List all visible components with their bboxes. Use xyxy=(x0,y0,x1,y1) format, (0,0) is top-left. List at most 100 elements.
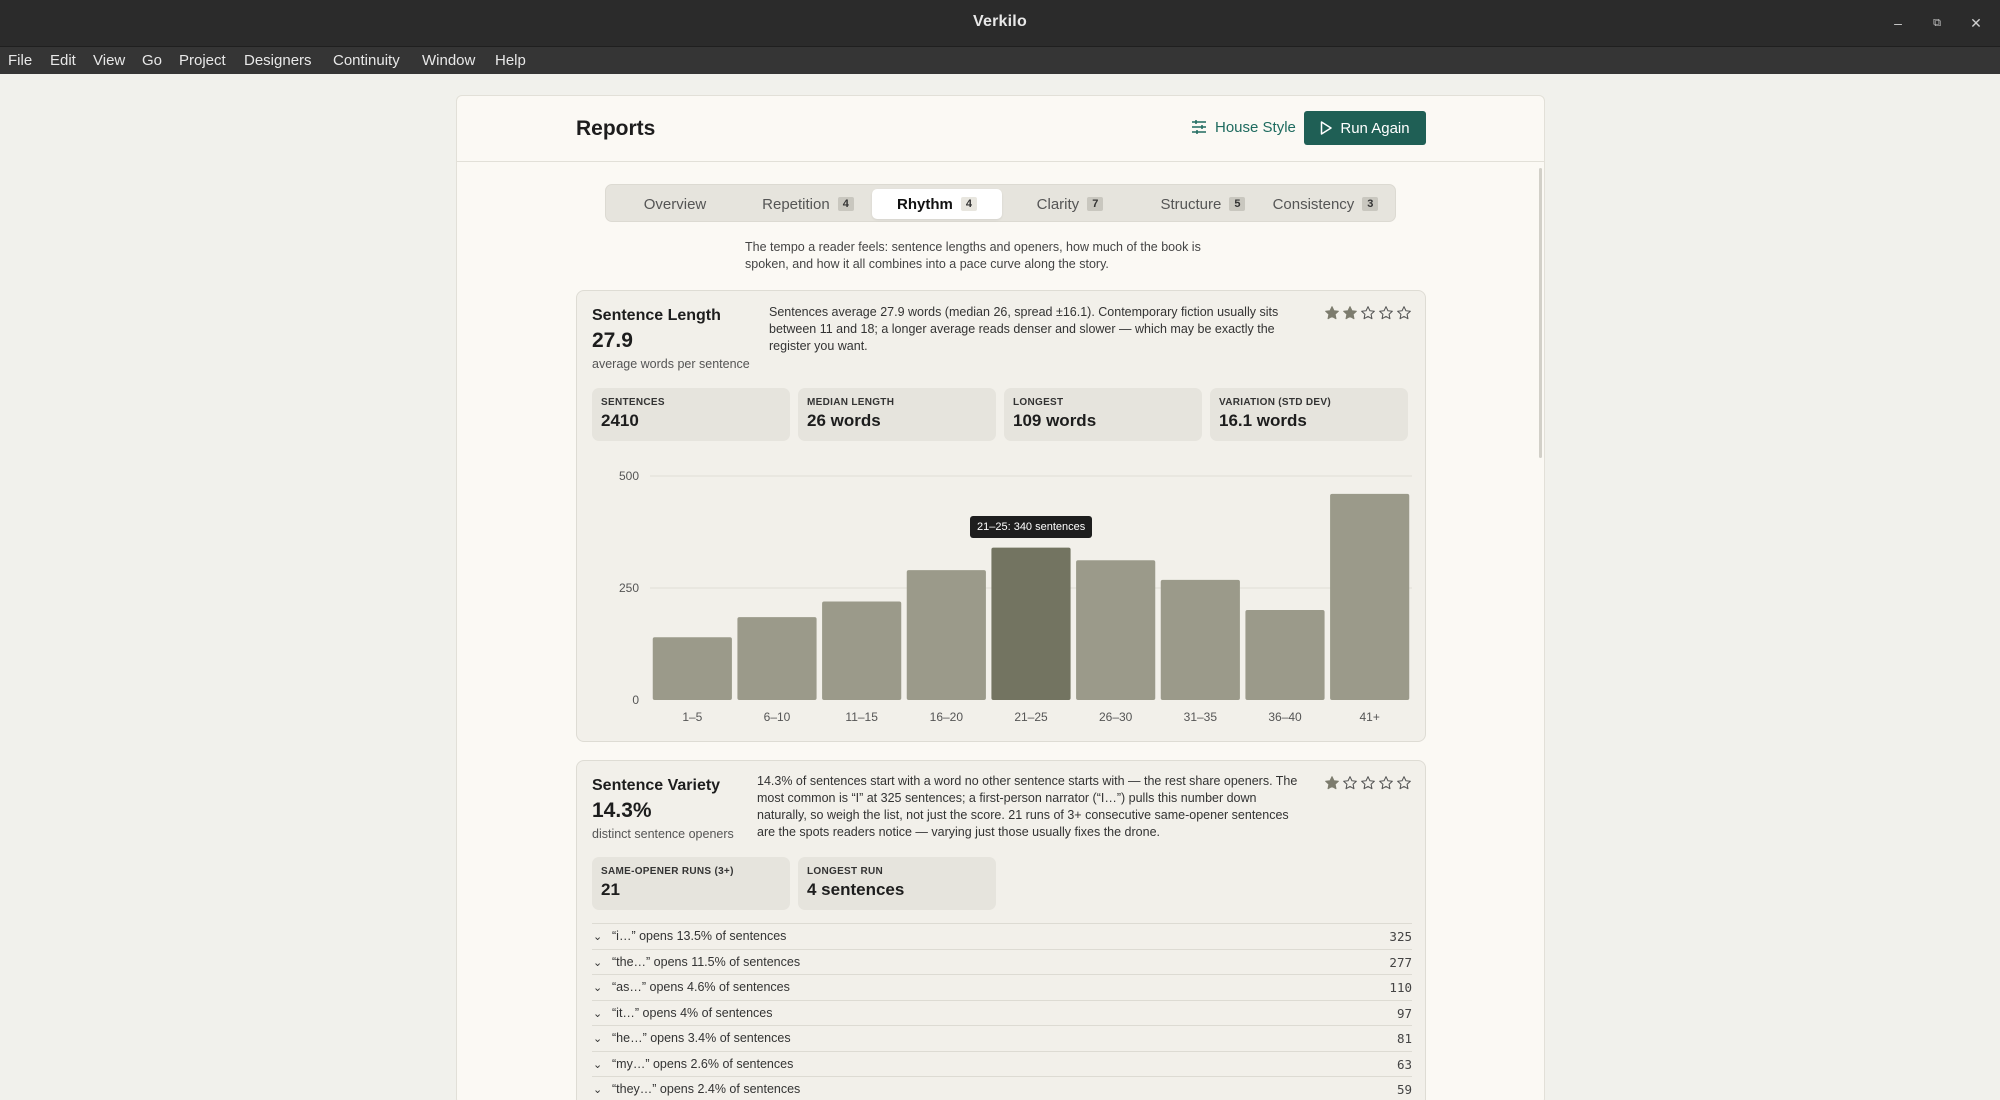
tab-clarity[interactable]: Clarity 7 xyxy=(1005,189,1135,219)
tab-label: Consistency xyxy=(1272,195,1355,213)
opener-count: 325 xyxy=(1389,929,1412,944)
stat-label: LONGEST xyxy=(1013,397,1064,408)
stat-label: SENTENCES xyxy=(601,397,665,408)
panel-header: Reports House Style Run Again xyxy=(457,96,1544,162)
opener-text: “as…” opens 4.6% of sentences xyxy=(612,980,790,994)
stat-value: 4 sentences xyxy=(807,880,905,899)
opener-count: 277 xyxy=(1389,954,1412,970)
opener-row[interactable]: ⌄ “as…” opens 4.6% of sentences 110 xyxy=(592,974,1412,1000)
x-tick-label: 11–15 xyxy=(845,710,878,724)
menu-go[interactable]: Go xyxy=(142,52,162,69)
scrollbar-thumb[interactable] xyxy=(1539,168,1542,458)
minimize-icon[interactable]: – xyxy=(1886,11,1910,35)
run-again-label: Run Again xyxy=(1340,119,1410,137)
stat-value: 16.1 words xyxy=(1219,411,1307,430)
stat-label: SAME-OPENER RUNS (3+) xyxy=(601,866,734,877)
reports-panel: Reports House Style Run Again Overview R… xyxy=(456,95,1545,1100)
opener-row[interactable]: ⌄ “it…” opens 4% of sentences 97 xyxy=(592,999,1412,1026)
star-filled-icon xyxy=(1325,306,1339,320)
page-title: Reports xyxy=(576,117,656,140)
chevron-down-icon: ⌄ xyxy=(593,1058,603,1071)
chevron-down-icon: ⌄ xyxy=(593,1007,603,1020)
opener-list: ⌄ “i…” opens 13.5% of sentences 325 ⌄ “the…”… xyxy=(592,923,1412,1100)
opener-row[interactable]: ⌄ “the…” opens 11.5% of sentences 277 xyxy=(592,948,1412,975)
star-empty-icon xyxy=(1361,776,1375,790)
histogram-bar xyxy=(1245,609,1325,700)
opener-text: “the…” opens 11.5% of sentences xyxy=(612,954,801,969)
close-icon[interactable]: ✕ xyxy=(1964,11,1988,35)
x-tick-label: 6–10 xyxy=(764,710,791,724)
count-badge: 5 xyxy=(1229,197,1246,211)
stat-label: VARIATION (STD DEV) xyxy=(1219,397,1331,408)
histogram-bar xyxy=(1076,560,1156,700)
tab-label: Clarity xyxy=(1036,195,1080,213)
star-empty-icon xyxy=(1343,776,1357,790)
opener-text: “they…” opens 2.4% of sentences xyxy=(612,1082,801,1096)
report-tabs: Overview Repetition 4 Rhythm 4 Clarity 7… xyxy=(605,184,1396,222)
rating-stars xyxy=(1324,305,1412,321)
stat-value: 2410 xyxy=(601,411,639,430)
tab-repetition[interactable]: Repetition 4 xyxy=(743,189,873,219)
card-description: 14.3% of sentences start with a word no … xyxy=(757,774,1298,839)
stat-longest-run: LONGEST RUN 4 sentences xyxy=(798,857,996,910)
menu-continuity[interactable]: Continuity xyxy=(333,52,400,69)
tab-description: The tempo a reader feels: sentence lengt… xyxy=(745,240,1201,271)
chevron-down-icon: ⌄ xyxy=(593,931,603,943)
opener-row[interactable]: ⌄ “he…” opens 3.4% of sentences 81 xyxy=(592,1025,1412,1051)
opener-count: 59 xyxy=(1396,1082,1412,1097)
tab-consistency[interactable]: Consistency 3 xyxy=(1258,189,1393,219)
x-tick-label: 41+ xyxy=(1359,710,1379,724)
tab-rhythm[interactable]: Rhythm 4 xyxy=(872,189,1002,219)
chevron-down-icon: ⌄ xyxy=(593,1033,603,1045)
opener-row[interactable]: ⌄ “they…” opens 2.4% of sentences 59 xyxy=(592,1076,1412,1100)
stat-variation: VARIATION (STD DEV) 16.1 words xyxy=(1210,388,1408,441)
run-again-button[interactable]: Run Again xyxy=(1304,111,1426,145)
menu-view[interactable]: View xyxy=(93,52,125,69)
card-description: Sentences average 27.9 words (median 26,… xyxy=(769,305,1279,353)
metric-subtitle: average words per sentence xyxy=(592,357,750,371)
card-title: Sentence Length xyxy=(592,307,721,324)
window-title: Verkilo xyxy=(973,13,1027,30)
histogram-bar xyxy=(906,570,986,700)
tab-label: Repetition xyxy=(762,195,830,213)
menu-edit[interactable]: Edit xyxy=(50,52,76,69)
histogram-bar xyxy=(737,617,817,700)
histogram-bar xyxy=(1330,493,1410,700)
star-filled-icon xyxy=(1325,776,1339,790)
menu-file[interactable]: File xyxy=(8,52,32,69)
count-badge: 4 xyxy=(960,197,977,211)
restore-icon[interactable]: ⧉ xyxy=(1925,11,1949,35)
stat-same-opener-runs: SAME-OPENER RUNS (3+) 21 xyxy=(592,857,790,910)
x-tick-label: 16–20 xyxy=(930,710,964,724)
house-style-button[interactable]: House Style xyxy=(1183,110,1304,144)
x-tick-label: 21–25 xyxy=(1014,710,1048,724)
histogram-bar xyxy=(1160,579,1240,700)
stat-label: LONGEST RUN xyxy=(807,866,884,877)
stat-value: 109 words xyxy=(1013,411,1097,430)
x-tick-label: 31–35 xyxy=(1184,710,1218,724)
menu-help[interactable]: Help xyxy=(495,52,526,69)
histogram-bar xyxy=(822,601,902,700)
opener-text: “he…” opens 3.4% of sentences xyxy=(612,1031,791,1045)
x-tick-label: 1–5 xyxy=(682,710,702,724)
y-tick-label: 500 xyxy=(619,469,639,483)
tab-structure[interactable]: Structure 5 xyxy=(1138,189,1268,219)
tab-overview[interactable]: Overview xyxy=(610,189,740,219)
metric-value: 14.3% xyxy=(592,799,652,822)
opener-count: 110 xyxy=(1389,980,1412,995)
opener-row[interactable]: ⌄ “my…” opens 2.6% of sentences 63 xyxy=(592,1050,1412,1077)
menu-project[interactable]: Project xyxy=(179,52,226,69)
opener-row[interactable]: ⌄ “i…” opens 13.5% of sentences 325 xyxy=(592,923,1412,949)
stat-longest: LONGEST 109 words xyxy=(1004,388,1202,441)
sliders-icon xyxy=(1192,120,1206,134)
chevron-down-icon: ⌄ xyxy=(593,956,603,969)
metric-value: 27.9 xyxy=(592,329,633,352)
sentence-variety-card: Sentence Variety 14.3% distinct sentence… xyxy=(576,760,1426,1100)
card-title: Sentence Variety xyxy=(592,777,721,794)
menu-designers[interactable]: Designers xyxy=(244,52,312,69)
stat-label: MEDIAN LENGTH xyxy=(807,397,895,408)
rating-stars xyxy=(1324,775,1412,791)
chevron-down-icon: ⌄ xyxy=(593,982,603,994)
menu-window[interactable]: Window xyxy=(422,52,475,69)
stat-value: 21 xyxy=(601,880,620,899)
